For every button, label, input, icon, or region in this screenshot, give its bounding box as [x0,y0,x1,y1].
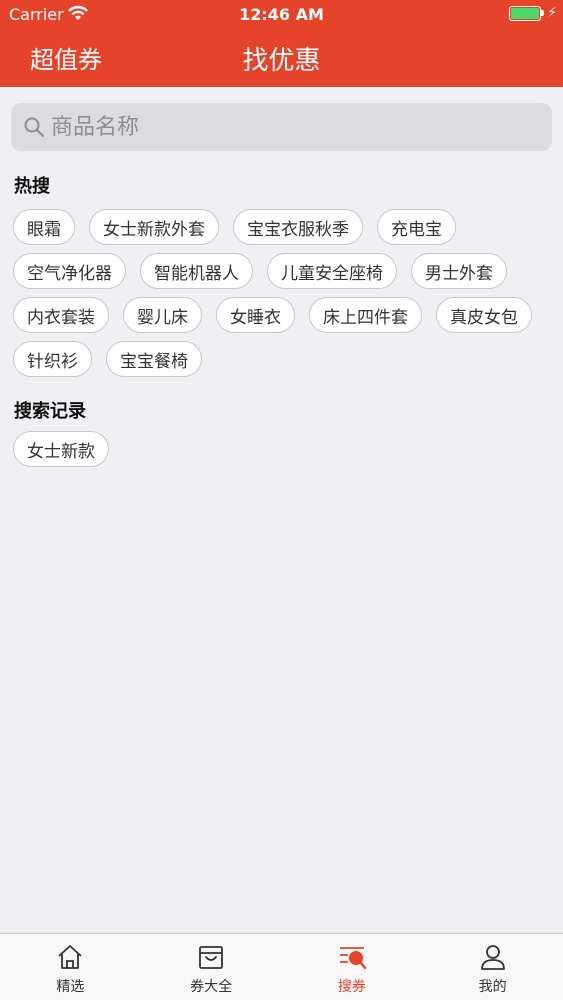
search-coupon-icon [339,947,367,970]
hot-search-tags: 眼霜 女士新款外套 宝宝衣服秋季 充电宝空气净化器 智能机器人 儿童安全座椅 男士外套内衣套… [13,209,553,377]
battery-tip [541,10,544,16]
history-title: 搜索记录 [14,401,86,422]
hot-search-tag[interactable]: 宝宝餐椅 [106,341,202,377]
user-icon [480,945,505,970]
hot-search-tag[interactable]: 眼霜 [13,209,75,245]
tab-coupons[interactable]: 券大全 [141,934,282,1000]
tab-home[interactable]: 精选 [0,934,141,1000]
charging-bolt-icon: ⚡ [547,5,557,21]
top-bar: Carrier 12:46 AM ⚡ 超值券 找优惠 [0,0,563,87]
hot-search-tag[interactable]: 女士新款外套 [89,209,219,245]
hot-search-tag[interactable]: 针织衫 [13,341,92,377]
history-tags: 女士新款 [13,431,553,467]
status-time: 12:46 AM [239,5,324,24]
battery-icon [509,6,541,21]
hot-search-tag[interactable]: 男士外套 [411,253,507,289]
tab-label: 搜券 [337,979,366,995]
tab-label: 我的 [478,979,507,995]
bag-icon [199,946,224,969]
hot-search-tag[interactable]: 内衣套装 [13,297,109,333]
hot-search-title: 热搜 [14,176,50,197]
hot-search-tag[interactable]: 宝宝衣服秋季 [233,209,363,245]
tab-label: 券大全 [190,979,233,995]
hot-search-tag[interactable]: 女睡衣 [216,297,295,333]
tab-search-coupons[interactable]: 搜券 [282,934,423,1000]
home-icon [58,945,82,969]
search-bar[interactable] [11,103,552,151]
tab-bar: 精选 券大全 搜券 我的 [0,933,563,1000]
status-bar: Carrier 12:46 AM ⚡ [0,0,563,28]
tab-label: 精选 [56,979,85,995]
hot-search-tag[interactable]: 儿童安全座椅 [267,253,397,289]
history-tag[interactable]: 女士新款 [13,431,109,467]
hot-search-tag[interactable]: 空气净化器 [13,253,126,289]
hot-search-tag[interactable]: 婴儿床 [123,297,202,333]
page-title: 找优惠 [242,46,321,76]
hot-search-tag[interactable]: 真皮女包 [436,297,532,333]
tab-profile[interactable]: 我的 [422,934,563,1000]
search-icon [24,117,45,138]
hot-search-tag[interactable]: 智能机器人 [140,253,253,289]
search-input[interactable] [51,103,531,151]
hot-search-tag[interactable]: 床上四件套 [309,297,422,333]
hot-search-tag[interactable]: 充电宝 [377,209,456,245]
